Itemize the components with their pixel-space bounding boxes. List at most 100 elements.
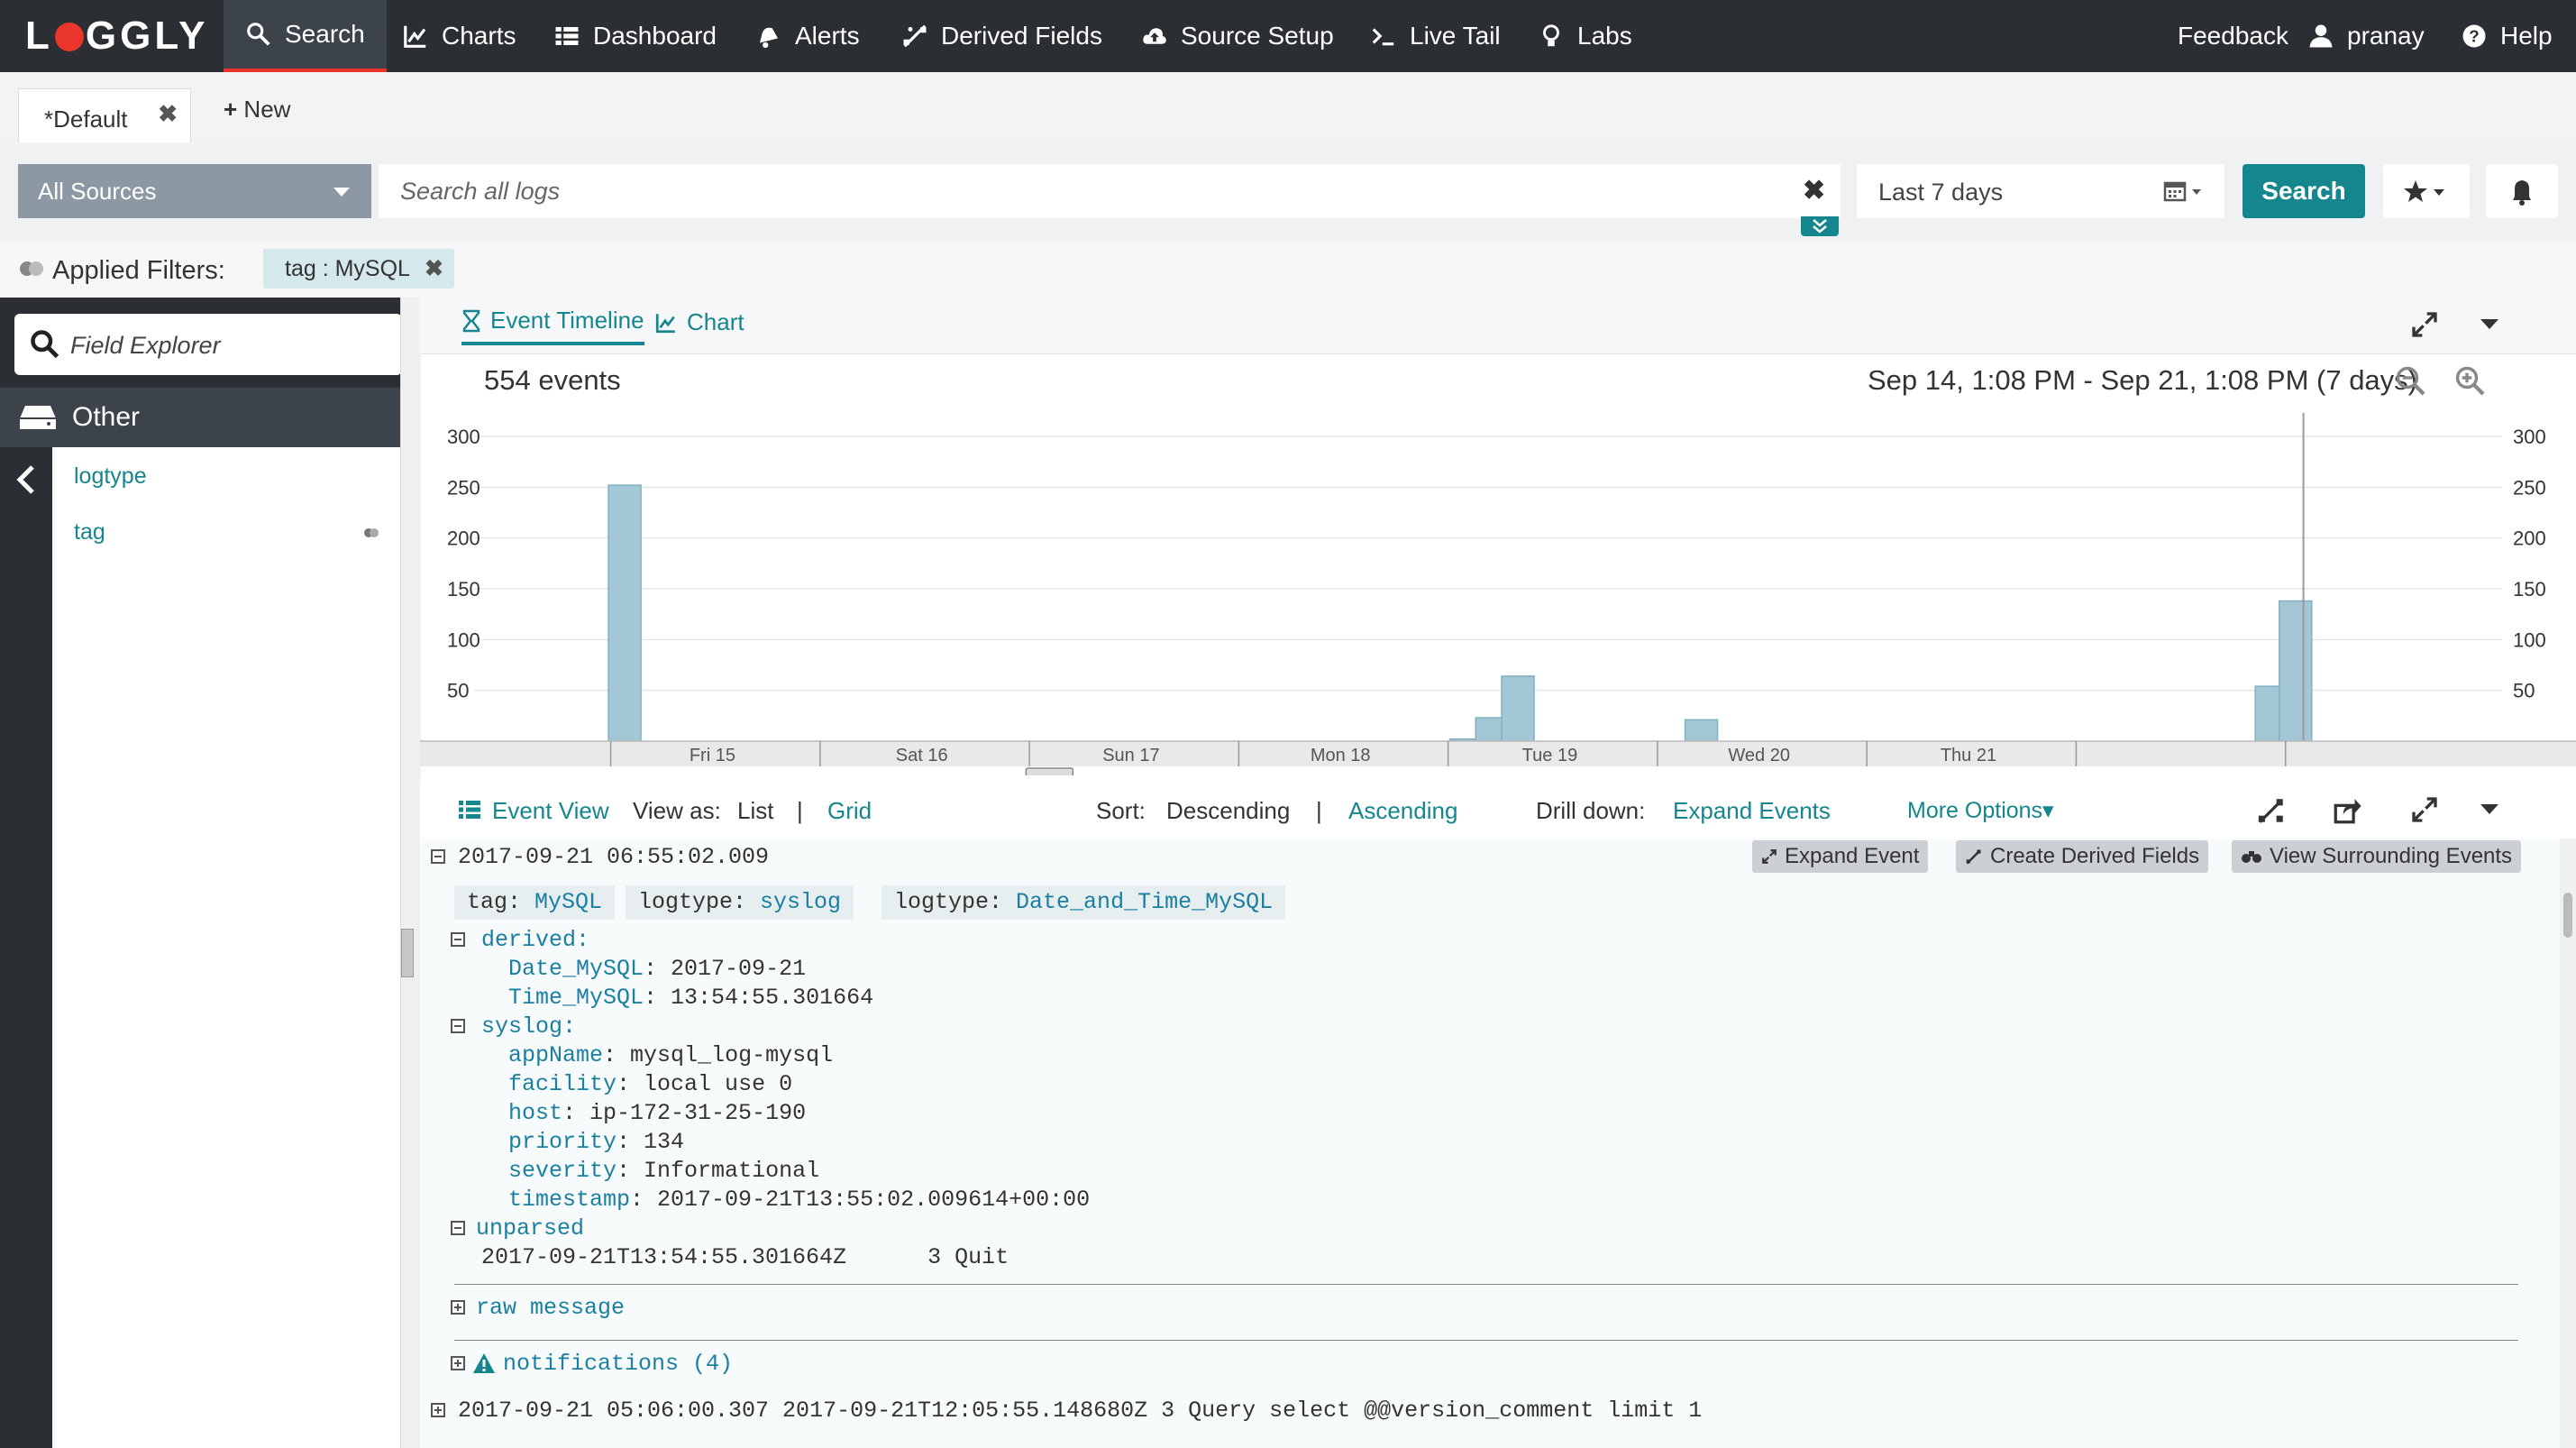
field-explorer-placeholder: Field Explorer <box>70 332 221 360</box>
nav-source-setup[interactable]: Source Setup <box>1141 0 1334 72</box>
nav-derived-fields[interactable]: Derived Fields <box>901 0 1102 72</box>
event-logtype-chip[interactable]: logtype: Date_and_Time_MySQL <box>882 885 1285 920</box>
resize-grip[interactable] <box>401 929 414 977</box>
sort-descending-option[interactable]: Descending <box>1166 797 1290 825</box>
event-logtype-chip[interactable]: logtype: syslog <box>626 885 854 920</box>
scrollbar-thumb[interactable] <box>2563 893 2572 938</box>
calendar-icon <box>2163 180 2205 202</box>
date-range-picker[interactable]: Last 7 days <box>1857 164 2224 218</box>
filter-value: MySQL <box>335 256 409 281</box>
user-menu[interactable]: pranay <box>2307 0 2425 72</box>
raw-message-toggle[interactable]: raw message <box>476 1295 625 1321</box>
field-item-logtype[interactable]: logtype <box>74 463 147 490</box>
event-row-collapsed[interactable]: 2017-09-21 05:06:00.307 2017-09-21T12:05… <box>458 1398 1702 1424</box>
close-tab-icon[interactable]: ✖ <box>158 100 178 128</box>
view-grid-option[interactable]: Grid <box>827 797 872 825</box>
maximize-timeline-icon[interactable] <box>2410 310 2439 339</box>
search-input[interactable] <box>379 164 1841 218</box>
share-icon[interactable] <box>2331 795 2363 826</box>
nav-alerts[interactable]: Alerts <box>755 0 860 72</box>
json-row: priority: 134 <box>508 1129 684 1155</box>
x-axis-band <box>420 741 2576 766</box>
alerts-icon <box>755 23 782 50</box>
collapse-sidebar-icon[interactable] <box>14 463 38 496</box>
search-icon <box>245 21 272 48</box>
json-value: 13:54:55.301664 <box>671 985 873 1011</box>
line-chart-icon <box>402 23 429 50</box>
json-value: ip-172-31-25-190 <box>589 1100 806 1126</box>
field-category-other[interactable]: Other <box>0 388 400 447</box>
chip-value: MySQL <box>534 889 602 915</box>
filter-toggle-icon[interactable] <box>18 258 45 280</box>
timeline-bar[interactable] <box>1685 719 1718 741</box>
search-button[interactable]: Search <box>2243 164 2365 218</box>
expand-raw-message-icon[interactable] <box>451 1300 465 1315</box>
y-tick-label: 300 <box>447 426 480 448</box>
remove-filter-icon[interactable]: ✖ <box>425 256 443 281</box>
create-alert-button[interactable] <box>2486 164 2558 218</box>
caret-down-icon <box>333 188 350 197</box>
applied-filter-indicator-icon <box>362 527 380 539</box>
zoom-out-icon[interactable] <box>2394 364 2426 397</box>
timeline-bar[interactable] <box>2279 601 2312 741</box>
json-key: timestamp <box>508 1187 630 1213</box>
new-tab-button[interactable]: + New <box>224 96 290 124</box>
event-list-scrollbar[interactable] <box>2560 839 2576 1448</box>
maximize-events-icon[interactable] <box>2410 795 2439 824</box>
unparsed-label: unparsed <box>476 1215 584 1242</box>
collapse-derived-icon[interactable] <box>451 932 465 947</box>
expand-event-button[interactable]: Expand Event <box>1752 840 1928 873</box>
create-derived-fields-button[interactable]: Create Derived Fields <box>1956 840 2208 873</box>
event-tag-chip[interactable]: tag: MySQL <box>454 885 615 920</box>
expand-notifications-icon[interactable] <box>451 1356 465 1370</box>
zoom-in-icon[interactable] <box>2453 364 2486 397</box>
timeline-bar[interactable] <box>1502 676 1534 741</box>
field-explorer-search[interactable]: Field Explorer <box>14 314 402 375</box>
timeline-menu-caret-icon[interactable] <box>2479 316 2500 334</box>
expand-query-button[interactable] <box>1801 216 1839 236</box>
json-key: facility <box>508 1071 617 1097</box>
source-group-select[interactable]: All Sources <box>18 164 371 218</box>
expand-events-link[interactable]: Expand Events <box>1673 797 1831 825</box>
nav-label: Source Setup <box>1181 22 1334 50</box>
notifications-toggle[interactable]: notifications (4) <box>503 1351 733 1377</box>
y-tick-label: 150 <box>447 578 480 600</box>
loggly-logo[interactable]: LGGLY <box>25 14 209 58</box>
sort-ascending-option[interactable]: Ascending <box>1348 797 1457 825</box>
filter-chip-tag[interactable]: tag : MySQL ✖ <box>263 249 454 289</box>
nav-dashboard[interactable]: Dashboard <box>553 0 717 72</box>
field-item-tag[interactable]: tag <box>74 519 105 545</box>
tab-event-timeline[interactable]: Event Timeline <box>461 307 644 345</box>
search-tabs-bar: *Default ✖ + New <box>0 72 2576 143</box>
expand-event-icon[interactable] <box>431 1403 445 1417</box>
help-link[interactable]: ? Help <box>2461 0 2553 72</box>
collapse-syslog-icon[interactable] <box>451 1019 465 1033</box>
json-value: 2017-09-21 <box>671 956 806 982</box>
collapse-unparsed-icon[interactable] <box>451 1221 465 1235</box>
nav-search[interactable]: Search <box>224 0 387 72</box>
tab-default[interactable]: *Default ✖ <box>18 88 191 142</box>
collapse-event-icon[interactable] <box>431 849 445 864</box>
chip-key: logtype <box>638 889 733 915</box>
feedback-link[interactable]: Feedback <box>2178 0 2288 72</box>
view-surrounding-events-button[interactable]: View Surrounding Events <box>2232 840 2521 873</box>
nav-live-tail[interactable]: Live Tail <box>1370 0 1501 72</box>
json-key: Time_MySQL <box>508 985 644 1011</box>
sidebar-resize-handle[interactable] <box>400 298 421 1448</box>
favorites-button[interactable] <box>2383 164 2470 218</box>
clear-search-icon[interactable]: ✖ <box>1803 175 1825 206</box>
dashboard-icon <box>553 23 580 50</box>
event-timeline-chart[interactable]: Fri 15Sat 16Sun 17Mon 18Tue 19Wed 20Thu … <box>420 397 2576 775</box>
derived-fields-icon[interactable] <box>2253 795 2289 826</box>
tab-chart[interactable]: Chart <box>654 308 744 336</box>
timeline-bar[interactable] <box>608 485 641 741</box>
nav-labs[interactable]: Labs <box>1538 0 1632 72</box>
more-options-dropdown[interactable]: More Options▾ <box>1907 797 2054 824</box>
events-menu-caret-icon[interactable] <box>2479 801 2500 819</box>
double-chevron-down-icon <box>1801 216 1839 236</box>
x-tick-label: Sat 16 <box>896 746 948 765</box>
json-row: Time_MySQL: 13:54:55.301664 <box>508 985 873 1011</box>
view-list-option[interactable]: List <box>737 797 773 825</box>
nav-charts[interactable]: Charts <box>402 0 516 72</box>
timeline-resize-handle[interactable] <box>1026 768 1073 775</box>
